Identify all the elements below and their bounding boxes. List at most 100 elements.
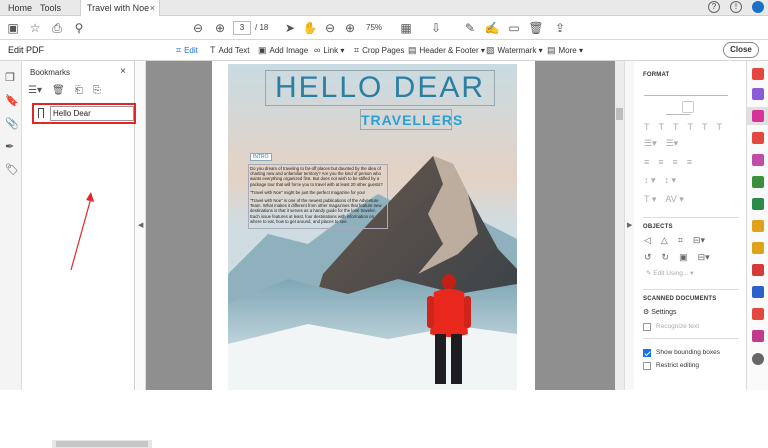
tab-document[interactable]: Travel with Noe wit... ×: [80, 0, 160, 29]
text-italic-icon[interactable]: T: [673, 122, 679, 132]
expand-bookmark-icon[interactable]: ⎘: [93, 85, 101, 96]
bullet-list-icon[interactable]: ☰▾: [644, 138, 657, 149]
intro-label[interactable]: INTRO: [250, 153, 272, 161]
save-icon[interactable]: ▣: [5, 20, 21, 36]
comment-icon[interactable]: ✎: [462, 20, 478, 36]
organize-pages-icon[interactable]: [752, 176, 764, 188]
bookmark-item[interactable]: [32, 103, 136, 124]
zoom-in-icon[interactable]: ⊕: [342, 20, 358, 36]
share-icon[interactable]: ⇪: [552, 20, 568, 36]
fit-page-icon[interactable]: ▦: [398, 20, 414, 36]
align-objects-icon[interactable]: ⊟▾: [698, 252, 710, 263]
new-bookmark-icon[interactable]: ⎗: [75, 85, 83, 96]
numbered-list-icon[interactable]: ☰▾: [666, 138, 679, 149]
restrict-editing-checkbox[interactable]: [643, 362, 651, 370]
collapse-left-panel[interactable]: ◀: [136, 61, 146, 390]
character-spacing-icon[interactable]: AV ▾: [665, 194, 683, 205]
export-pdf-icon[interactable]: [752, 132, 764, 144]
text-color-icon[interactable]: [682, 101, 694, 113]
add-image-button[interactable]: ▣ Add Image: [258, 45, 308, 56]
replace-image-icon[interactable]: ▣: [679, 252, 688, 263]
tab-close-icon[interactable]: ×: [150, 0, 155, 16]
fill-sign-icon[interactable]: [752, 154, 764, 166]
collapse-right-panel[interactable]: ▶: [624, 61, 634, 390]
line-spacing-icon[interactable]: ↕ ▾: [644, 175, 656, 186]
edit-pdf-icon[interactable]: [752, 110, 764, 122]
header-footer-button[interactable]: ▤ Header & Footer ▾: [408, 45, 485, 56]
search-icon[interactable]: ⚲: [71, 20, 87, 36]
text-underline-icon[interactable]: T: [688, 122, 694, 132]
select-cursor-icon[interactable]: ➤: [282, 20, 298, 36]
edit-using-menu[interactable]: ✎ Edit Using... ▾: [646, 269, 693, 277]
options-menu-icon[interactable]: ☰▾: [28, 85, 42, 96]
rotate-right-icon[interactable]: ↻: [662, 252, 670, 263]
bookmark-star-icon[interactable]: ☆: [27, 20, 43, 36]
stamp-icon[interactable]: [752, 242, 764, 254]
vertical-scrollbar[interactable]: [615, 61, 624, 390]
print-icon[interactable]: ⎙: [49, 20, 65, 36]
bookmark-name-input[interactable]: [50, 106, 134, 121]
vertical-scrollbar-thumb[interactable]: [616, 108, 623, 120]
create-pdf-icon[interactable]: [752, 68, 764, 80]
highlight-icon[interactable]: ▭: [506, 20, 522, 36]
settings-button[interactable]: ⚙ Settings: [643, 308, 677, 316]
page-thumbnails-icon[interactable]: ❐: [5, 72, 17, 84]
previous-page-icon[interactable]: ⊖: [190, 20, 206, 36]
watermark-button[interactable]: ▧ Watermark ▾: [486, 45, 543, 56]
document-view[interactable]: HELLO DEAR TRAVELLERS INTRO Do you dream…: [146, 61, 624, 390]
horizontal-scaling-icon[interactable]: T ▾: [644, 194, 656, 205]
export-excel-icon[interactable]: [752, 198, 764, 210]
pen-icon[interactable]: ✍: [484, 20, 500, 36]
request-signature-icon[interactable]: [752, 330, 764, 342]
tab-home[interactable]: Home: [8, 0, 32, 16]
more-button[interactable]: ▤ More ▾: [547, 45, 583, 56]
combine-files-icon[interactable]: [752, 88, 764, 100]
cover-subtitle[interactable]: TRAVELLERS: [360, 109, 462, 130]
scroll-mode-icon[interactable]: ⇩: [428, 20, 444, 36]
close-icon[interactable]: ×: [120, 66, 126, 77]
redact-icon[interactable]: [752, 264, 764, 276]
recognize-text-checkbox[interactable]: [643, 323, 651, 331]
comment-tool-icon[interactable]: [752, 220, 764, 232]
flip-horizontal-icon[interactable]: △: [661, 235, 668, 246]
more-tools-icon[interactable]: [752, 353, 764, 365]
intro-text-box[interactable]: Do you dream of traveling to far-off pla…: [248, 164, 388, 230]
crop-image-icon[interactable]: ⌗: [678, 235, 683, 246]
zoom-level[interactable]: 75%: [366, 21, 396, 35]
show-bounding-boxes-checkbox[interactable]: [643, 349, 651, 357]
delete-icon[interactable]: 🗑: [528, 20, 544, 36]
align-left-icon[interactable]: ≡: [644, 157, 649, 167]
zoom-out-icon[interactable]: ⊖: [322, 20, 338, 36]
protect-icon[interactable]: [752, 286, 764, 298]
crop-pages-button[interactable]: ⌗ Crop Pages: [354, 45, 404, 56]
scrollbar-thumb[interactable]: [56, 441, 148, 447]
signatures-icon[interactable]: ✒: [5, 141, 17, 153]
paragraph-spacing-icon[interactable]: ↕ ▾: [665, 175, 677, 186]
align-justify-icon[interactable]: ≡: [687, 157, 692, 167]
horizontal-scrollbar[interactable]: [52, 440, 152, 448]
page-number-input[interactable]: 3: [233, 21, 251, 35]
tags-icon[interactable]: 🏷: [5, 164, 19, 176]
compress-pdf-icon[interactable]: [752, 308, 764, 320]
text-superscript-icon[interactable]: T: [702, 122, 708, 132]
help-icon[interactable]: ?: [708, 1, 720, 13]
font-family-select[interactable]: [644, 85, 728, 96]
next-page-icon[interactable]: ⊕: [212, 20, 228, 36]
arrange-icon[interactable]: ⊟▾: [693, 235, 705, 246]
sign-in-icon[interactable]: [752, 1, 764, 13]
cover-title[interactable]: HELLO DEAR: [265, 70, 495, 106]
align-right-icon[interactable]: ≡: [673, 157, 678, 167]
text-bold-icon[interactable]: T: [659, 122, 665, 132]
hand-tool-icon[interactable]: ✋: [302, 20, 318, 36]
align-center-icon[interactable]: ≡: [658, 157, 663, 167]
attachments-icon[interactable]: 📎: [5, 118, 19, 130]
close-edit-button[interactable]: Close: [723, 42, 759, 58]
text-normal-icon[interactable]: T: [644, 122, 650, 132]
delete-bookmark-icon[interactable]: 🗑: [52, 85, 65, 96]
tab-tools[interactable]: Tools: [40, 0, 61, 16]
edit-button[interactable]: ⌗ Edit: [176, 45, 198, 56]
rotate-left-icon[interactable]: ↺: [644, 252, 652, 263]
text-subscript-icon[interactable]: T: [717, 122, 723, 132]
bookmarks-icon[interactable]: 🔖: [5, 95, 19, 107]
flip-vertical-icon[interactable]: ◁: [644, 235, 651, 246]
